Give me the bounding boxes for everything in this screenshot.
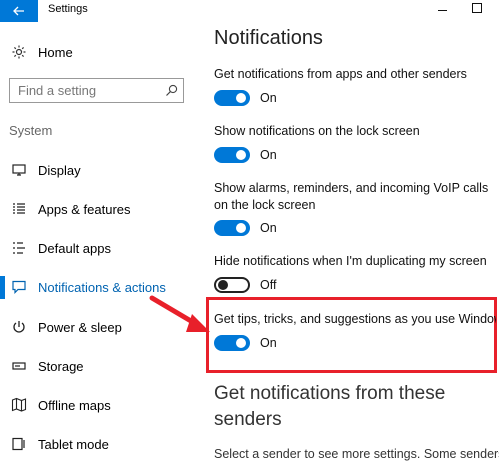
annotation-arrow-icon [149,295,210,332]
toggle-alarms-lock-screen[interactable]: On [214,218,334,238]
gear-icon [12,45,26,59]
setting-label: Get notifications from apps and other se… [214,67,467,81]
minimize-button[interactable] [436,1,450,17]
map-icon [11,397,27,412]
sidebar-home[interactable]: Home [0,36,198,68]
toggle-switch[interactable] [214,335,250,351]
notifications-icon [12,280,26,294]
toggle-knob [218,280,228,290]
setting-label: Show alarms, reminders, and incoming VoI… [214,181,489,212]
maximize-button[interactable] [472,3,482,13]
sidebar-item-label: Power & sleep [38,319,122,335]
sidebar-item-label: Apps & features [38,201,131,217]
default-apps-icon [13,242,25,254]
sidebar-section-label: System [9,123,53,138]
sidebar-item-label: Display [38,162,81,178]
toggle-tips-suggestions[interactable]: On [214,333,334,353]
sidebar-item-label: Offline maps [38,397,111,413]
toggle-state-label: On [260,148,277,162]
page-title: Notifications [214,27,323,49]
setting-label: Show notifications on the lock screen [214,124,420,138]
toggle-app-notifications[interactable]: On [214,88,334,108]
display-icon [12,164,26,176]
sidebar-item-label: Default apps [38,240,111,256]
toggle-knob [236,93,246,103]
sidebar-item-label: Notifications & actions [38,279,166,295]
toggle-switch[interactable] [214,277,250,293]
search-icon [166,84,178,96]
toggle-state-label: On [260,221,277,235]
toggle-knob [236,150,246,160]
toggle-state-label: On [260,91,277,105]
tablet-icon [12,437,25,451]
senders-description: Select a sender to see more settings. So… [214,447,499,461]
toggle-state-label: On [260,336,277,350]
title-bar: Settings [0,0,499,22]
setting-label: Get tips, tricks, and suggestions as you… [214,312,496,326]
search-input[interactable] [18,82,163,99]
toggle-switch[interactable] [214,90,250,106]
apps-features-icon [13,203,25,214]
sidebar-home-label: Home [38,44,73,60]
toggle-state-label: Off [260,278,277,292]
sidebar-item-tablet-mode[interactable]: Tablet mode [0,428,198,460]
sidebar-item-label: Tablet mode [38,436,109,452]
power-icon [13,321,25,333]
toggle-lock-screen-notifications[interactable]: On [214,145,334,165]
sidebar-item-default-apps[interactable]: Default apps [0,232,198,264]
storage-icon [12,362,26,370]
sidebar-item-apps-features[interactable]: Apps & features [0,193,198,225]
sidebar-item-offline-maps[interactable]: Offline maps [0,389,198,421]
toggle-switch[interactable] [214,220,250,236]
toggle-hide-when-duplicating[interactable]: Off [214,275,334,295]
sidebar-item-storage[interactable]: Storage [0,350,198,382]
window-title: Settings [48,3,88,15]
sidebar-item-label: Storage [38,358,84,374]
sidebar-item-display[interactable]: Display [0,154,198,186]
toggle-switch[interactable] [214,147,250,163]
back-button[interactable] [0,0,38,22]
senders-heading: Get notifications from these senders [214,383,446,430]
toggle-knob [236,338,246,348]
setting-label: Hide notifications when I'm duplicating … [214,254,487,268]
toggle-knob [236,223,246,233]
find-setting-search[interactable] [9,78,184,103]
back-arrow-icon [13,6,24,16]
